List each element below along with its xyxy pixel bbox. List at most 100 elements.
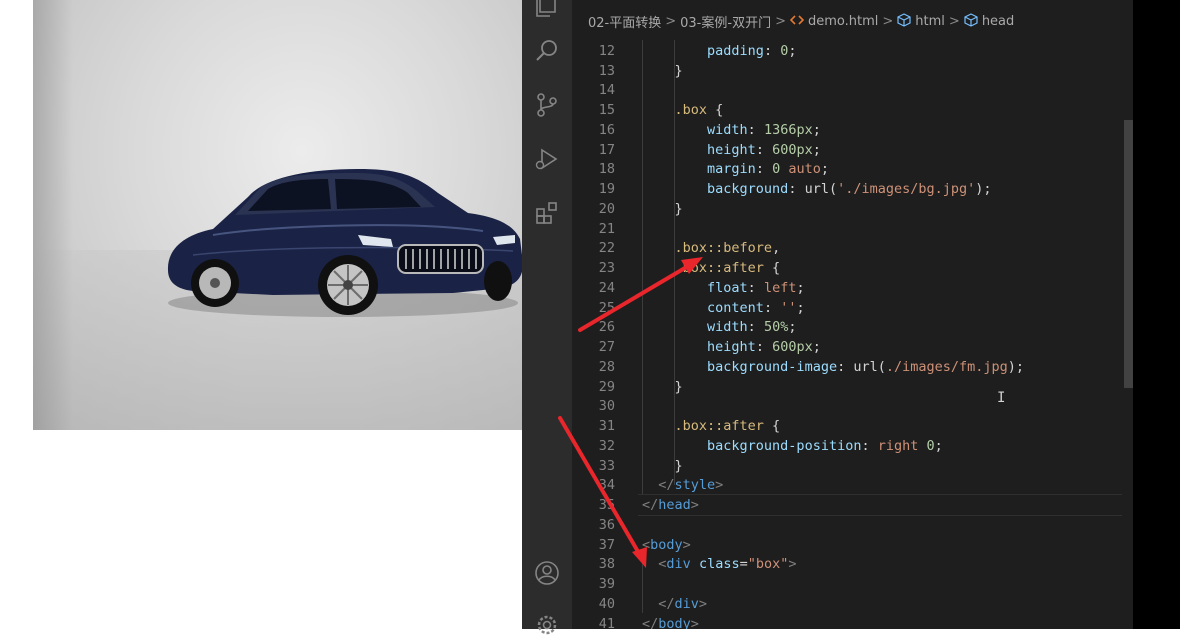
symbol-node-icon (897, 12, 911, 31)
code-line[interactable]: 23 .box::after { (572, 258, 1133, 278)
car-image (167, 169, 522, 317)
explorer-icon[interactable] (534, 0, 560, 18)
code-line[interactable]: 18 margin: 0 auto; (572, 159, 1133, 179)
code-token: ); (975, 181, 992, 197)
code-token: .box (674, 102, 708, 118)
line-number: 33 (598, 457, 615, 474)
code-line[interactable]: 38 <div class="box"> (572, 554, 1133, 574)
code-line[interactable]: 30 (572, 396, 1133, 416)
code-line[interactable]: 39 (572, 574, 1133, 594)
source-control-icon[interactable] (534, 92, 560, 118)
code-token: .box::after (674, 260, 764, 276)
run-debug-icon[interactable] (534, 146, 560, 172)
code-token: : (763, 299, 781, 316)
breadcrumb-folder[interactable]: 02-平面转换 (588, 12, 661, 31)
code-line[interactable]: 15 .box { (572, 100, 1133, 120)
code-token: > (690, 497, 699, 513)
code-line[interactable]: 16 width: 1366px; (572, 120, 1133, 140)
breadcrumb-folder[interactable]: 03-案例-双开门 (680, 12, 771, 31)
code-line[interactable]: 20 } (572, 199, 1133, 219)
code-line[interactable]: 26 width: 50%; (572, 317, 1133, 337)
code-line[interactable]: 35 </head> (572, 495, 1133, 515)
code-token: > (682, 536, 691, 553)
search-icon[interactable] (534, 38, 560, 64)
line-number: 14 (598, 82, 615, 99)
code-line[interactable]: 22 .box::before, (572, 238, 1133, 258)
code-line[interactable]: 31 .box::after { (572, 416, 1133, 436)
code-token: > (698, 595, 708, 612)
code-line[interactable]: 36 (572, 515, 1133, 535)
extensions-icon[interactable] (534, 200, 560, 226)
code-token: ; (812, 141, 821, 158)
code-text: } (642, 456, 683, 476)
settings-icon[interactable] (534, 612, 560, 638)
code-line[interactable]: 33 } (572, 456, 1133, 476)
code-line[interactable]: 28 background-image: url(./images/fm.jpg… (572, 357, 1133, 377)
breadcrumb-node[interactable]: head (982, 14, 1014, 29)
code-token: body (650, 536, 683, 553)
code-text: } (642, 61, 683, 81)
code-token: { (763, 418, 781, 434)
code-token: ; (796, 279, 805, 296)
code-line[interactable]: 32 background-position: right 0; (572, 436, 1133, 456)
code-line[interactable]: 41 </body> (572, 614, 1133, 630)
activity-bar (522, 0, 572, 635)
account-icon[interactable] (534, 560, 560, 586)
code-token: , (772, 240, 781, 257)
line-number: 20 (598, 200, 615, 217)
code-token: 0 (772, 161, 781, 178)
code-token: } (642, 457, 683, 474)
line-number: 37 (598, 536, 615, 553)
code-line[interactable]: 17 height: 600px; (572, 140, 1133, 160)
code-text: width: 50%; (642, 317, 796, 337)
code-token: "box" (747, 556, 789, 573)
code-token: ; (796, 299, 805, 316)
code-line[interactable]: 19 background: url('./images/bg.jpg'); (572, 179, 1133, 199)
code-token: .box::after (674, 418, 764, 434)
code-token: </ (642, 615, 659, 630)
code-line[interactable]: 40 </div> (572, 594, 1133, 614)
code-token: width (707, 121, 748, 138)
code-text: .box::before, (642, 238, 781, 258)
line-number: 23 (598, 260, 615, 276)
breadcrumb-file[interactable]: demo.html (808, 14, 878, 29)
code-text: height: 600px; (642, 337, 821, 357)
code-line[interactable]: 21 (572, 219, 1133, 239)
code-area[interactable]: 11 margin: 0;12 padding: 0;13 }1415 .box… (572, 0, 1133, 629)
code-token: margin (707, 161, 756, 178)
code-token: ; (812, 339, 821, 355)
code-line[interactable]: 12 padding: 0; (572, 41, 1133, 61)
code-line[interactable]: 27 height: 600px; (572, 337, 1133, 357)
code-line[interactable]: 13 } (572, 61, 1133, 81)
code-token: float (707, 279, 748, 296)
code-text: </div> (642, 594, 707, 614)
code-token: width (707, 319, 748, 336)
chevron-right-icon: > (775, 14, 786, 29)
code-token: div (674, 595, 699, 612)
code-line[interactable]: 14 (572, 80, 1133, 100)
code-token: } (642, 200, 683, 217)
code-line[interactable]: 34 </style> (572, 475, 1133, 495)
chevron-right-icon: > (665, 14, 677, 29)
code-token: > (690, 615, 699, 630)
breadcrumb-node[interactable]: html (915, 14, 945, 29)
code-line[interactable]: 24 float: left; (572, 278, 1133, 298)
code-token: } (642, 62, 683, 79)
scrollbar-thumb[interactable] (1124, 120, 1133, 388)
code-text: } (642, 199, 683, 219)
code-text: height: 600px; (642, 140, 821, 160)
code-line[interactable]: 25 content: ''; (572, 298, 1133, 318)
line-number: 30 (598, 398, 615, 415)
code-line[interactable]: 29 } (572, 377, 1133, 397)
code-text: padding: 0; (642, 41, 796, 61)
code-line[interactable]: 37 <body> (572, 535, 1133, 555)
code-text: .box::after { (642, 258, 781, 278)
line-number: 29 (598, 378, 615, 395)
line-number: 16 (598, 121, 615, 138)
